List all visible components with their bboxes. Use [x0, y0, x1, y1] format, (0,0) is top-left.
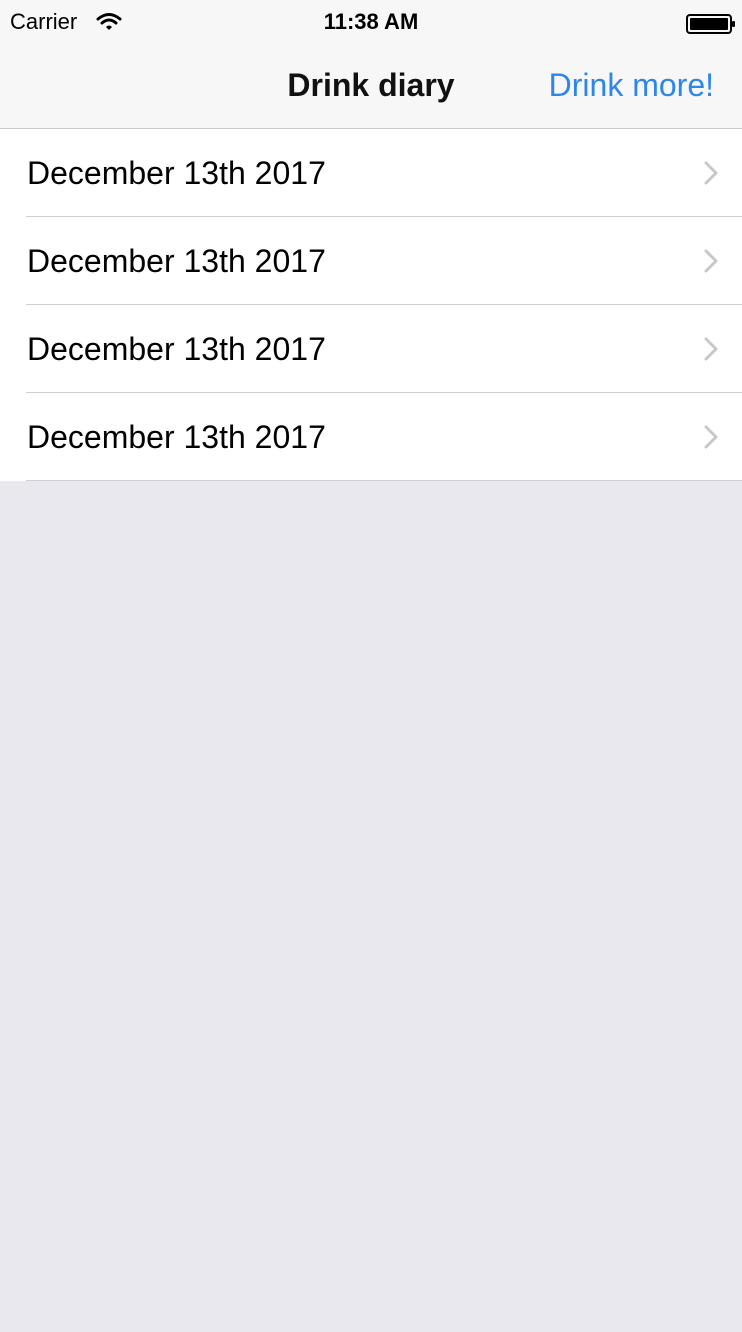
list-item-label: December 13th 2017	[27, 243, 326, 279]
chevron-right-icon	[704, 161, 718, 185]
top-chrome: Carrier 11:38 AM Drink diary Drink more!	[0, 0, 742, 129]
list-item-label: December 13th 2017	[27, 331, 326, 367]
list-item[interactable]: December 13th 2017	[0, 217, 742, 305]
list-item[interactable]: December 13th 2017	[0, 393, 742, 481]
diary-list: December 13th 2017 December 13th 2017 De…	[0, 129, 742, 481]
chevron-right-icon	[704, 249, 718, 273]
list-item[interactable]: December 13th 2017	[0, 129, 742, 217]
chevron-right-icon	[704, 337, 718, 361]
drink-more-button[interactable]: Drink more!	[549, 66, 714, 104]
status-bar: Carrier 11:38 AM	[0, 0, 742, 42]
chevron-right-icon	[704, 425, 718, 449]
list-item-label: December 13th 2017	[27, 419, 326, 455]
battery-icon	[686, 14, 735, 34]
list-item[interactable]: December 13th 2017	[0, 305, 742, 393]
navigation-bar: Drink diary Drink more!	[0, 42, 742, 128]
app-screen: Carrier 11:38 AM Drink diary Drink more!…	[0, 0, 742, 1332]
list-item-label: December 13th 2017	[27, 155, 326, 191]
status-time: 11:38 AM	[323, 9, 419, 34]
